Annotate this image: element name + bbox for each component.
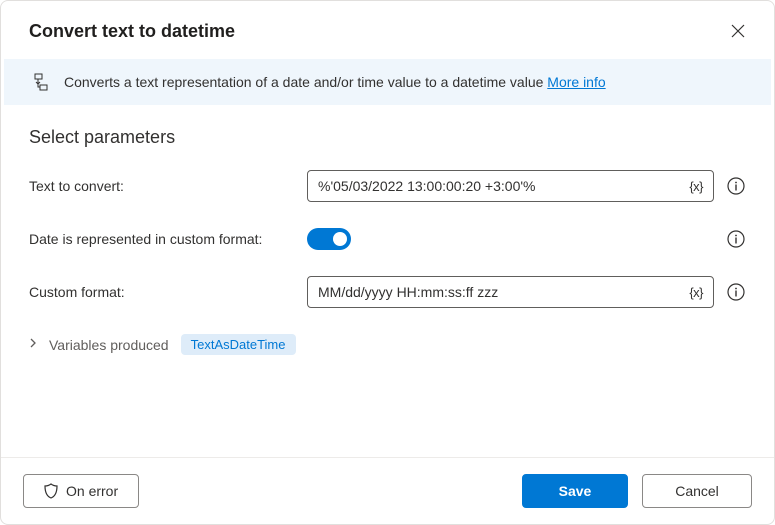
dialog-title: Convert text to datetime xyxy=(29,21,235,42)
field-label: Custom format: xyxy=(29,284,307,300)
field-custom-format: Custom format: {x} xyxy=(29,276,746,308)
field-label: Date is represented in custom format: xyxy=(29,231,307,247)
help-button[interactable] xyxy=(726,229,746,249)
chevron-right-icon xyxy=(29,338,37,351)
titlebar: Convert text to datetime xyxy=(1,1,774,57)
custom-format-input[interactable] xyxy=(318,284,685,300)
cancel-label: Cancel xyxy=(675,483,719,499)
shield-icon xyxy=(44,483,58,499)
info-description: Converts a text representation of a date… xyxy=(64,74,547,90)
info-icon xyxy=(727,283,745,301)
toggle-thumb xyxy=(333,232,347,246)
dialog: Convert text to datetime Converts a text… xyxy=(0,0,775,525)
field-custom-format-toggle: Date is represented in custom format: xyxy=(29,228,746,250)
on-error-label: On error xyxy=(66,483,118,499)
on-error-button[interactable]: On error xyxy=(23,474,139,508)
more-info-link[interactable]: More info xyxy=(547,74,605,90)
info-icon xyxy=(727,177,745,195)
close-button[interactable] xyxy=(726,19,750,43)
variables-produced-row[interactable]: Variables produced TextAsDateTime xyxy=(29,334,746,355)
custom-format-toggle[interactable] xyxy=(307,228,351,250)
info-bar: Converts a text representation of a date… xyxy=(4,59,771,105)
field-text-to-convert: Text to convert: {x} xyxy=(29,170,746,202)
close-icon xyxy=(731,24,745,38)
cancel-button[interactable]: Cancel xyxy=(642,474,752,508)
help-button[interactable] xyxy=(726,282,746,302)
field-label: Text to convert: xyxy=(29,178,307,194)
info-text: Converts a text representation of a date… xyxy=(64,74,606,90)
variable-picker-button[interactable]: {x} xyxy=(685,177,707,196)
variable-badge[interactable]: TextAsDateTime xyxy=(181,334,296,355)
button-group: Save Cancel xyxy=(522,474,752,508)
dialog-body: Select parameters Text to convert: {x} D… xyxy=(1,107,774,457)
action-icon xyxy=(32,73,50,91)
custom-format-input-wrap[interactable]: {x} xyxy=(307,276,714,308)
variable-picker-button[interactable]: {x} xyxy=(685,283,707,302)
save-label: Save xyxy=(559,483,592,499)
variables-label: Variables produced xyxy=(49,337,169,353)
text-to-convert-input[interactable] xyxy=(318,178,685,194)
section-title: Select parameters xyxy=(29,127,746,148)
dialog-footer: On error Save Cancel xyxy=(1,457,774,524)
info-icon xyxy=(727,230,745,248)
text-to-convert-input-wrap[interactable]: {x} xyxy=(307,170,714,202)
help-button[interactable] xyxy=(726,176,746,196)
save-button[interactable]: Save xyxy=(522,474,628,508)
